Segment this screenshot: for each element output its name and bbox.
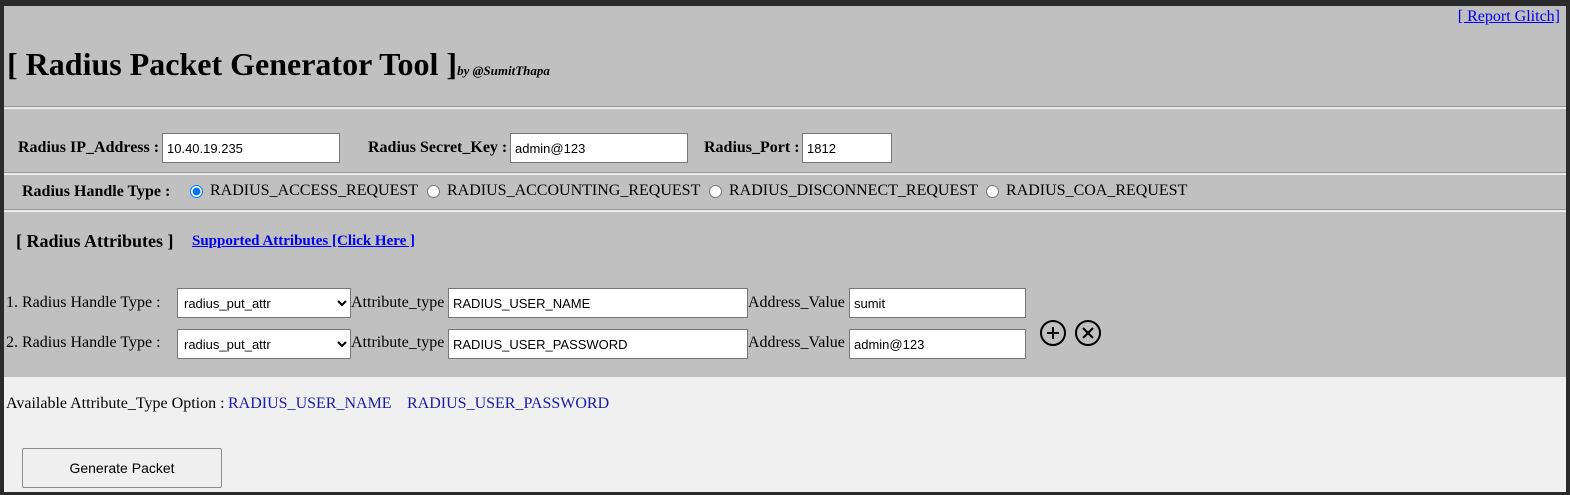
radio-label-coa-request: RADIUS_COA_REQUEST [1006, 182, 1188, 199]
available-options-label: Available Attribute_Type Option : [6, 395, 225, 412]
supported-attributes-link[interactable]: Supported Attributes [Click Here ] [192, 233, 415, 250]
port-label: Radius_Port : [704, 139, 800, 156]
ip-address-label: Radius IP_Address : [18, 139, 160, 156]
remove-attribute-button[interactable] [1075, 320, 1101, 346]
radio-access-request[interactable] [190, 185, 203, 198]
attribute-row-1-handle-select[interactable]: radius_put_attr [177, 288, 351, 318]
attribute-row-1-type-input[interactable] [448, 288, 748, 318]
radio-coa-request[interactable] [986, 185, 999, 198]
attribute-row-2-handle-select[interactable]: radius_put_attr [177, 329, 351, 359]
available-option-user-name[interactable]: RADIUS_USER_NAME [228, 395, 392, 413]
radio-label-disconnect-request: RADIUS_DISCONNECT_REQUEST [729, 182, 978, 199]
port-input[interactable] [802, 133, 892, 163]
attribute-row-2-label: 2. Radius Handle Type : [6, 334, 161, 351]
radio-disconnect-request[interactable] [709, 185, 722, 198]
add-attribute-button[interactable] [1040, 320, 1066, 346]
radio-label-accounting-request: RADIUS_ACCOUNTING_REQUEST [447, 182, 701, 199]
page-title: [ Radius Packet Generator Tool ]by @Sumi… [7, 46, 550, 83]
page: [ Report Glitch] [ Radius Packet Generat… [4, 6, 1566, 492]
attribute-row-2-value-label: Address_Value [748, 334, 845, 351]
secret-key-label: Radius Secret_Key : [368, 139, 508, 156]
handle-type-label: Radius Handle Type : [22, 183, 171, 200]
attribute-row-1-value-input[interactable] [849, 288, 1026, 318]
attribute-row-2-value-input[interactable] [849, 329, 1026, 359]
page-title-text: [ Radius Packet Generator Tool ] [7, 46, 458, 82]
secret-key-input[interactable] [510, 133, 688, 163]
divider [4, 209, 1566, 211]
attribute-row-2-type-input[interactable] [448, 329, 748, 359]
attribute-row-1-value-label: Address_Value [748, 294, 845, 311]
radio-accounting-request[interactable] [427, 185, 440, 198]
divider [4, 172, 1566, 174]
author-byline: by @SumitThapa [457, 63, 550, 78]
attribute-row-1-type-label: Attribute_type [351, 294, 445, 311]
radio-label-access-request: RADIUS_ACCESS_REQUEST [210, 182, 419, 199]
ip-address-input[interactable] [162, 133, 340, 163]
divider [4, 106, 1566, 108]
attributes-section-title: [ Radius Attributes ] [16, 231, 174, 251]
available-option-user-password[interactable]: RADIUS_USER_PASSWORD [407, 395, 609, 413]
generate-packet-button[interactable]: Generate Packet [22, 448, 222, 488]
attribute-row-2-type-label: Attribute_type [351, 334, 445, 351]
attribute-row-1-label: 1. Radius Handle Type : [6, 294, 161, 311]
plus-circle-icon [1047, 327, 1059, 339]
report-glitch-link[interactable]: [ Report Glitch] [1458, 8, 1560, 26]
x-circle-icon [1082, 327, 1094, 339]
